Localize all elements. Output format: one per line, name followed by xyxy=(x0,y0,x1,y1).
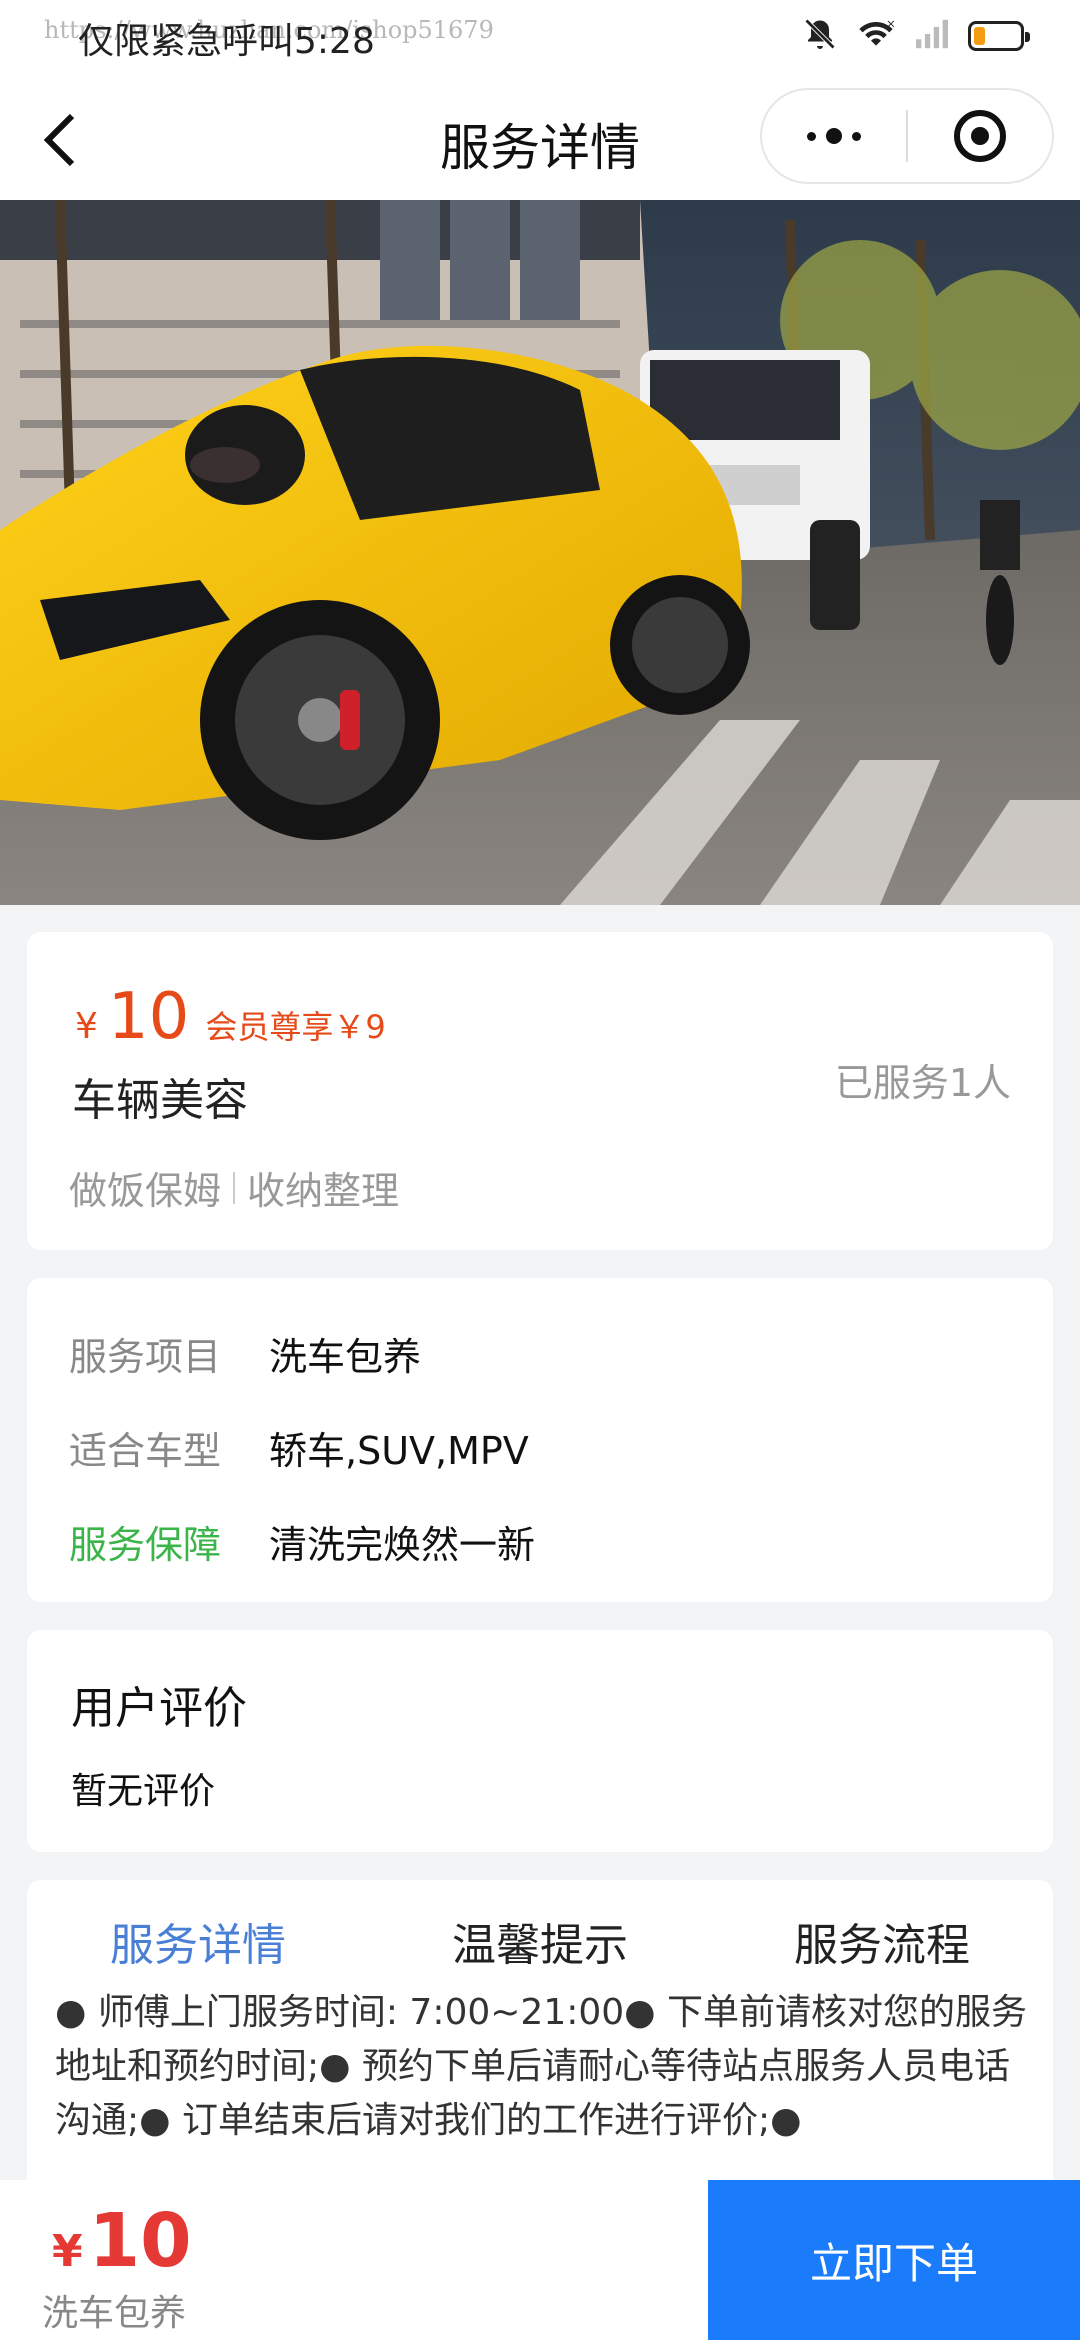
info-row-service-item: 服务项目 洗车包养 xyxy=(69,1326,421,1381)
bottom-price-value: 10 xyxy=(88,2198,192,2284)
status-text: 仅限紧急呼叫5:28 xyxy=(78,21,375,62)
service-hero-image xyxy=(0,200,1080,905)
review-empty-text: 暂无评价 xyxy=(71,1771,216,1812)
info-row-guarantee: 服务保障 清洗完焕然一新 xyxy=(69,1514,535,1569)
tab-process[interactable]: 服务流程 xyxy=(711,1906,1053,1986)
price-value: 10 xyxy=(107,980,190,1054)
review-title: 用户评价 xyxy=(71,1683,247,1734)
close-target-icon xyxy=(954,110,1006,162)
info-label: 适合车型 xyxy=(69,1429,222,1473)
status-icons: × xyxy=(802,16,1030,56)
mini-program-capsule xyxy=(760,88,1054,184)
price-currency: ¥ xyxy=(75,1006,98,1047)
bottom-price: ¥ 10 xyxy=(52,2198,192,2284)
more-button[interactable] xyxy=(762,90,906,182)
svg-text:×: × xyxy=(886,16,896,30)
signal-icon xyxy=(914,18,950,54)
bell-off-icon xyxy=(802,16,838,56)
bottom-bar: ¥ 10 洗车包养 立即下单 xyxy=(0,2180,1080,2340)
info-label: 服务保障 xyxy=(69,1523,222,1567)
battery-fill xyxy=(974,27,985,45)
nav-bar: 服务详情 xyxy=(0,80,1080,200)
bottom-service-name: 洗车包养 xyxy=(42,2293,187,2334)
service-tag: 收纳整理 xyxy=(247,1169,400,1213)
service-name: 车辆美容 xyxy=(72,1075,248,1126)
tag-separator xyxy=(233,1171,236,1204)
detail-text: ● 师傅上门服务时间: 7:00~21:00● 下单前请核对您的服务地址和预约时… xyxy=(55,1992,1028,2141)
battery-icon xyxy=(968,21,1030,51)
more-dots-icon xyxy=(807,128,861,144)
close-button[interactable] xyxy=(908,90,1052,182)
price-card: ¥ 10 会员尊享￥9 车辆美容 已服务1人 做饭保姆 收纳整理 xyxy=(27,932,1053,1250)
info-row-car-type: 适合车型 轿车,SUV,MPV xyxy=(69,1420,529,1475)
price-row: ¥ 10 会员尊享￥9 xyxy=(75,980,386,1054)
service-info-card: 服务项目 洗车包养 适合车型 轿车,SUV,MPV 服务保障 清洗完焕然一新 xyxy=(27,1278,1053,1602)
info-label: 服务项目 xyxy=(69,1335,222,1379)
info-value: 清洗完焕然一新 xyxy=(269,1523,536,1567)
wifi-icon: × xyxy=(856,16,896,56)
member-price: 会员尊享￥9 xyxy=(205,1008,386,1046)
order-now-button[interactable]: 立即下单 xyxy=(708,2180,1080,2340)
status-bar: https://www.huzhan.com/ishop51679 仅限紧急呼叫… xyxy=(0,0,1080,80)
detail-tabs: 服务详情 温馨提示 服务流程 xyxy=(27,1906,1053,1986)
bottom-price-currency: ¥ xyxy=(52,2226,83,2277)
info-value: 洗车包养 xyxy=(269,1335,422,1379)
service-tags: 做饭保姆 收纳整理 xyxy=(69,1160,399,1215)
info-value: 轿车,SUV,MPV xyxy=(269,1429,529,1473)
tab-tips[interactable]: 温馨提示 xyxy=(369,1906,711,1986)
tab-service-detail[interactable]: 服务详情 xyxy=(27,1906,369,1986)
served-count: 已服务1人 xyxy=(834,1061,1011,1105)
service-tag: 做饭保姆 xyxy=(69,1169,222,1213)
review-card: 用户评价 暂无评价 xyxy=(27,1630,1053,1852)
